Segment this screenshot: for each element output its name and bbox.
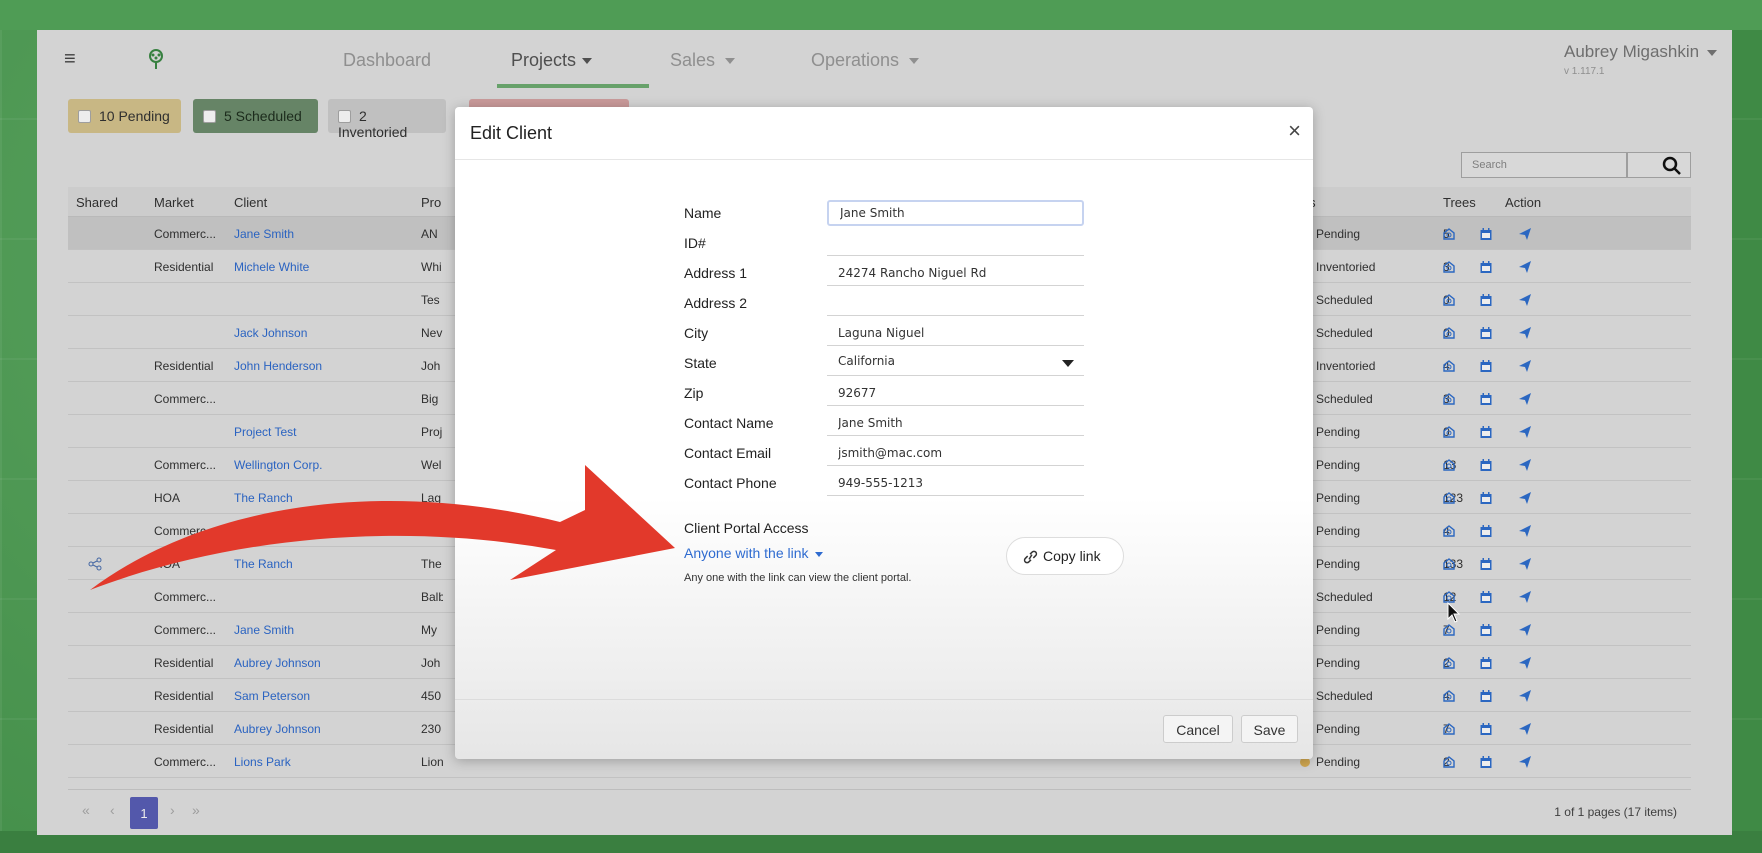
name-label: Name	[684, 205, 722, 221]
contact-email-field[interactable]	[827, 440, 1084, 466]
contact-name-label: Contact Name	[684, 415, 774, 431]
id-label: ID#	[684, 235, 706, 251]
name-field[interactable]	[827, 200, 1084, 226]
city-label: City	[684, 325, 709, 341]
save-button[interactable]: Save	[1241, 715, 1298, 743]
background-strip	[0, 0, 1762, 30]
client-portal-title: Client Portal Access	[684, 520, 809, 536]
link-icon	[1023, 550, 1038, 564]
address2-row: Address 2	[684, 290, 1104, 316]
id-row: ID#	[684, 230, 1104, 256]
address2-field[interactable]	[827, 290, 1084, 316]
state-value: California	[838, 354, 895, 368]
modal-header: Edit Client ×	[455, 107, 1313, 160]
close-icon[interactable]: ×	[1288, 118, 1301, 144]
edit-client-modal: Edit Client × Name ID# Address 1 Address…	[455, 107, 1313, 759]
contact-phone-row: Contact Phone	[684, 470, 1104, 496]
zip-row: Zip	[684, 380, 1104, 406]
modal-footer: Cancel Save	[455, 699, 1313, 759]
id-field[interactable]	[827, 230, 1084, 256]
chevron-down-icon	[814, 551, 823, 557]
portal-access-value: Anyone with the link	[684, 545, 809, 561]
address1-label: Address 1	[684, 265, 748, 281]
contact-phone-field[interactable]	[827, 470, 1084, 496]
modal-title: Edit Client	[470, 123, 553, 143]
annotation-arrow-icon	[90, 465, 675, 590]
address2-label: Address 2	[684, 295, 748, 311]
state-row: State California	[684, 350, 1104, 376]
copy-link-label: Copy link	[1043, 548, 1101, 564]
contact-name-row: Contact Name	[684, 410, 1104, 436]
name-row: Name	[684, 200, 1104, 226]
city-field[interactable]	[827, 320, 1084, 346]
mouse-cursor-icon	[1447, 602, 1461, 623]
state-select[interactable]: California	[827, 350, 1084, 376]
address1-field[interactable]	[827, 260, 1084, 286]
contact-email-label: Contact Email	[684, 445, 772, 461]
state-label: State	[684, 355, 717, 371]
portal-access-dropdown[interactable]: Anyone with the link	[684, 545, 823, 561]
cancel-button[interactable]: Cancel	[1163, 715, 1233, 743]
chevron-down-icon	[1062, 360, 1074, 367]
address1-row: Address 1	[684, 260, 1104, 286]
city-row: City	[684, 320, 1104, 346]
copy-link-button[interactable]: Copy link	[1006, 537, 1124, 575]
contact-name-field[interactable]	[827, 410, 1084, 436]
zip-label: Zip	[684, 385, 704, 401]
contact-phone-label: Contact Phone	[684, 475, 777, 491]
zip-field[interactable]	[827, 380, 1084, 406]
portal-access-description: Any one with the link can view the clien…	[684, 572, 912, 584]
contact-email-row: Contact Email	[684, 440, 1104, 466]
